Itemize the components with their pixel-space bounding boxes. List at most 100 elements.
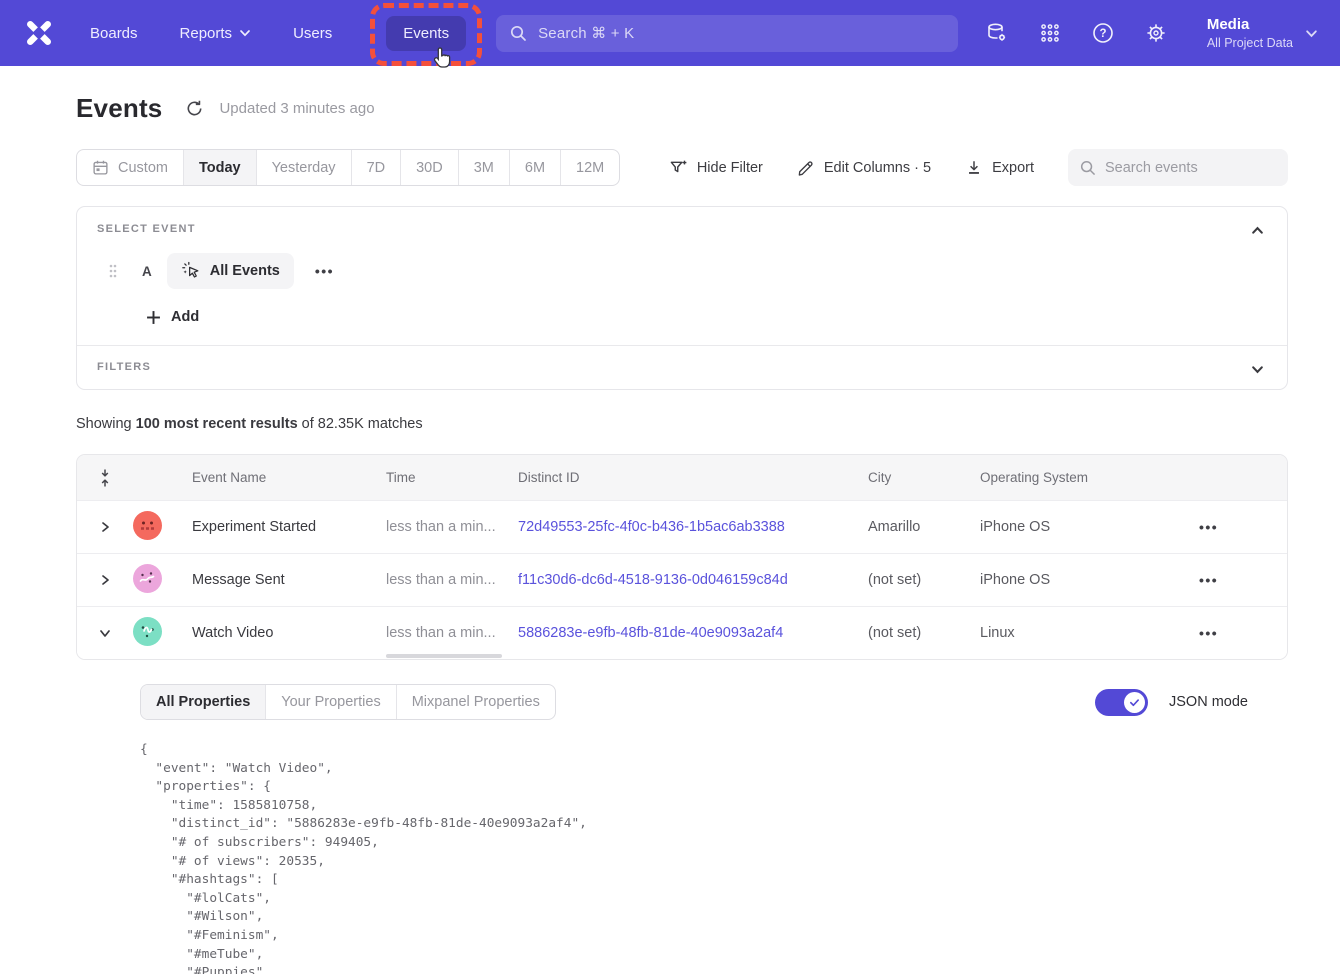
table-row[interactable]: Message Sent less than a min... f11c30d6… [77, 553, 1287, 606]
results-summary: Showing 100 most recent results of 82.35… [76, 416, 1288, 432]
global-search-placeholder: Search ⌘ + K [538, 24, 634, 42]
search-icon [510, 25, 527, 42]
time-cell: less than a min... [375, 572, 507, 588]
os-cell: iPhone OS [969, 519, 1193, 535]
row-collapse-chevron-down-icon[interactable] [77, 607, 133, 659]
event-name-cell: Experiment Started [181, 519, 375, 535]
nav-item-boards[interactable]: Boards [88, 16, 140, 51]
page-title: Events [76, 93, 162, 124]
chevron-down-icon [1305, 27, 1318, 40]
os-cell: iPhone OS [969, 572, 1193, 588]
project-subtitle: All Project Data [1207, 35, 1293, 51]
city-cell: Amarillo [857, 519, 969, 535]
date-range-yesterday[interactable]: Yesterday [256, 150, 351, 185]
time-cell: less than a min... [375, 519, 507, 535]
global-search-bar[interactable]: Search ⌘ + K [496, 15, 958, 52]
date-range-control: Custom Today Yesterday 7D 30D 3M 6M 12M [76, 149, 620, 186]
event-avatar [133, 617, 162, 646]
mixpanel-logo-icon[interactable] [22, 16, 56, 50]
collapse-all-button[interactable] [77, 468, 133, 488]
os-cell: Linux [969, 625, 1193, 641]
date-range-12m[interactable]: 12M [560, 150, 619, 185]
svg-text:?: ? [1099, 28, 1106, 40]
event-selector-button[interactable]: All Events [167, 253, 294, 289]
distinct-id-link[interactable]: 5886283e-e9fb-48fb-81de-40e9093a2af4 [507, 625, 857, 641]
apps-grid-icon[interactable] [1038, 21, 1062, 45]
nav-item-users[interactable]: Users [291, 16, 334, 51]
pencil-icon [797, 159, 815, 177]
filters-section-header[interactable]: FILTERS [77, 345, 1287, 389]
plus-icon [146, 310, 161, 325]
date-range-7d[interactable]: 7D [351, 150, 401, 185]
event-json-view: { "event": "Watch Video", "properties": … [140, 741, 1268, 974]
step-letter: A [142, 264, 152, 279]
row-more-options-button[interactable]: ••• [1193, 515, 1224, 539]
event-avatar [133, 511, 162, 540]
row-expand-chevron-right-icon[interactable] [77, 554, 133, 606]
col-header-distinct-id[interactable]: Distinct ID [507, 470, 857, 485]
event-name-cell: Message Sent [181, 572, 375, 588]
event-avatar [133, 564, 162, 593]
event-name-cell: Watch Video [181, 625, 375, 641]
json-mode-label: JSON mode [1169, 694, 1248, 710]
help-icon[interactable]: ? [1091, 21, 1115, 45]
col-header-time[interactable]: Time [375, 470, 507, 485]
table-header-row: Event Name Time Distinct ID City Operati… [77, 455, 1287, 500]
date-range-custom[interactable]: Custom [77, 150, 183, 185]
horizontal-scrollbar-thumb[interactable] [386, 654, 502, 658]
chevron-down-icon [239, 27, 251, 39]
filter-funnel-icon [669, 158, 688, 177]
date-range-3m[interactable]: 3M [458, 150, 509, 185]
col-header-event-name[interactable]: Event Name [181, 470, 375, 485]
expand-collapse-rows-icon [98, 468, 112, 488]
time-cell: less than a min... [375, 625, 507, 641]
nav-item-events[interactable]: Events [386, 16, 466, 51]
col-header-operating-system[interactable]: Operating System [969, 470, 1193, 485]
drag-handle-icon[interactable] [107, 263, 119, 279]
query-builder-card: SELECT EVENT A All Events ••• [76, 206, 1288, 390]
expand-section-chevron-down-icon[interactable] [1248, 360, 1267, 384]
settings-gear-icon[interactable] [1144, 21, 1168, 45]
distinct-id-link[interactable]: 72d49553-25fc-4f0c-b436-1b5ac6ab3388 [507, 519, 857, 535]
properties-tabs: All Properties Your Properties Mixpanel … [140, 684, 556, 720]
events-table: Event Name Time Distinct ID City Operati… [76, 454, 1288, 660]
tab-mixpanel-properties[interactable]: Mixpanel Properties [396, 685, 555, 719]
tab-your-properties[interactable]: Your Properties [265, 685, 395, 719]
project-switcher[interactable]: Media All Project Data [1207, 15, 1318, 51]
events-search-box [1068, 149, 1288, 186]
filters-label: FILTERS [97, 361, 1267, 373]
date-range-6m[interactable]: 6M [509, 150, 560, 185]
tab-all-properties[interactable]: All Properties [141, 685, 265, 719]
json-mode-toggle[interactable] [1095, 689, 1148, 716]
last-updated-text: Updated 3 minutes ago [219, 100, 374, 117]
refresh-icon [185, 99, 204, 118]
hide-filter-button[interactable]: Hide Filter [669, 158, 763, 177]
project-name: Media [1207, 15, 1293, 35]
toggle-knob [1124, 692, 1145, 713]
events-search-input[interactable] [1105, 160, 1265, 176]
event-more-options-button[interactable]: ••• [309, 259, 340, 283]
distinct-id-link[interactable]: f11c30d6-dc6d-4518-9136-0d046159c84d [507, 572, 857, 588]
date-range-today[interactable]: Today [183, 150, 256, 185]
date-range-30d[interactable]: 30D [400, 150, 458, 185]
table-row-expanded[interactable]: Watch Video less than a min... 5886283e-… [77, 606, 1287, 659]
edit-columns-button[interactable]: Edit Columns · 5 [797, 159, 931, 177]
col-header-city[interactable]: City [857, 470, 969, 485]
primary-nav: Boards Reports Users Events [88, 16, 466, 51]
row-more-options-button[interactable]: ••• [1193, 568, 1224, 592]
data-management-icon[interactable] [985, 21, 1009, 45]
table-row[interactable]: Experiment Started less than a min... 72… [77, 500, 1287, 553]
row-expand-chevron-right-icon[interactable] [77, 501, 133, 553]
download-icon [965, 159, 983, 177]
export-button[interactable]: Export [965, 159, 1034, 177]
nav-item-reports[interactable]: Reports [178, 16, 254, 51]
refresh-button[interactable] [185, 99, 204, 118]
magic-cursor-icon [181, 261, 201, 281]
city-cell: (not set) [857, 572, 969, 588]
add-event-button[interactable]: Add [146, 309, 216, 325]
collapse-section-chevron-up-icon[interactable] [1248, 221, 1267, 245]
top-navbar: Boards Reports Users Events Search ⌘ + K [0, 0, 1340, 66]
select-event-label: SELECT EVENT [97, 223, 1267, 235]
row-more-options-button[interactable]: ••• [1193, 621, 1224, 645]
search-icon [1080, 160, 1096, 176]
